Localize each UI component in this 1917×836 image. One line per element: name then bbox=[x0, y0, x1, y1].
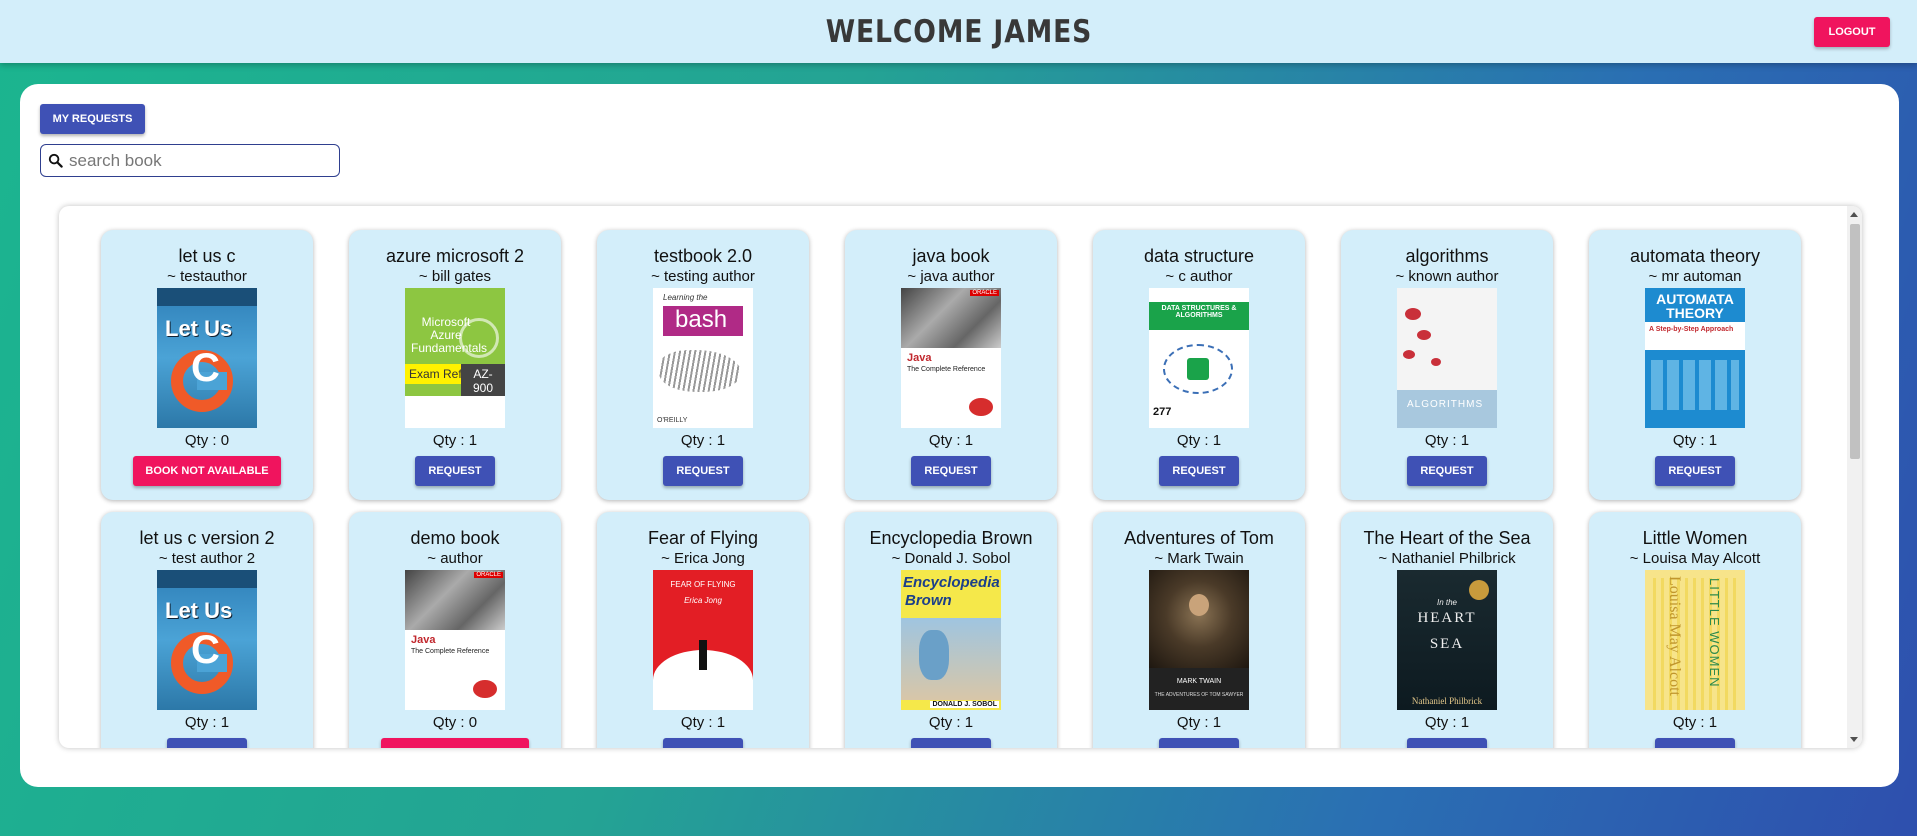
book-cover: ORACLE Java The Complete Reference bbox=[405, 569, 505, 710]
book-card: Adventures of Tom ~ Mark Twain MARK TWAI… bbox=[1093, 512, 1305, 748]
logout-button[interactable]: LOGOUT bbox=[1814, 17, 1890, 47]
book-qty: Qty : 0 bbox=[432, 713, 478, 731]
book-author: ~ mr automan bbox=[1648, 267, 1742, 285]
book-card: Encyclopedia Brown ~ Donald J. Sobol Enc… bbox=[845, 512, 1057, 748]
book-author: ~ Louisa May Alcott bbox=[1629, 549, 1761, 567]
book-qty: Qty : 1 bbox=[1424, 713, 1470, 731]
book-qty: Qty : 1 bbox=[928, 431, 974, 449]
book-card: Fear of Flying ~ Erica Jong FEAR OF FLYI… bbox=[597, 512, 809, 748]
book-qty: Qty : 1 bbox=[928, 713, 974, 731]
book-cover: DATA STRUCTURES & ALGORITHMS 277 bbox=[1149, 287, 1249, 428]
book-not-available-button[interactable]: BOOK NOT AVAILABLE bbox=[133, 455, 281, 486]
book-card: demo book ~ author ORACLE Java The Compl… bbox=[349, 512, 561, 748]
book-author: ~ testing author bbox=[651, 267, 755, 285]
scroll-thumb[interactable] bbox=[1850, 224, 1860, 459]
request-button[interactable]: REQUEST bbox=[1655, 455, 1735, 486]
book-title: Fear of Flying bbox=[647, 527, 759, 548]
request-button[interactable]: REQUEST bbox=[663, 455, 743, 486]
book-title: let us c version 2 bbox=[139, 527, 275, 548]
book-title: Little Women bbox=[1642, 527, 1748, 548]
search-input[interactable] bbox=[69, 150, 329, 171]
book-cover: FEAR OF FLYING Erica Jong bbox=[653, 569, 753, 710]
book-cover: Learning the bash O'REILLY bbox=[653, 287, 753, 428]
request-button[interactable]: REQUEST bbox=[1407, 455, 1487, 486]
grid-scrollbar[interactable] bbox=[1847, 206, 1862, 748]
book-cover: LITTLE WOMEN Louisa May Alcott bbox=[1645, 569, 1745, 710]
book-card: azure microsoft 2 ~ bill gates Microsoft… bbox=[349, 230, 561, 500]
book-card: algorithms ~ known author ALGORITHMS Qty… bbox=[1341, 230, 1553, 500]
book-title: demo book bbox=[410, 527, 500, 548]
book-card: The Heart of the Sea ~ Nathaniel Philbri… bbox=[1341, 512, 1553, 748]
book-author: ~ c author bbox=[1165, 267, 1233, 285]
book-title: testbook 2.0 bbox=[653, 245, 753, 266]
book-qty: Qty : 0 bbox=[184, 431, 230, 449]
welcome-heading: WELCOME JAMES bbox=[825, 13, 1092, 50]
book-card: let us c version 2 ~ test author 2 Let U… bbox=[101, 512, 313, 748]
book-card: java book ~ java author ORACLE Java The … bbox=[845, 230, 1057, 500]
book-cover: AUTOMATA THEORY A Step-by-Step Approach bbox=[1645, 287, 1745, 428]
book-author: ~ Nathaniel Philbrick bbox=[1378, 549, 1516, 567]
request-button[interactable]: REQUEST bbox=[167, 737, 247, 748]
book-cover: ALGORITHMS bbox=[1397, 287, 1497, 428]
book-cover: Encyclopedia Brown DONALD J. SOBOL bbox=[901, 569, 1001, 710]
book-grid[interactable]: let us c ~ testauthor Let Us C Qty : 0 B… bbox=[59, 206, 1862, 748]
book-author: ~ Mark Twain bbox=[1154, 549, 1244, 567]
scroll-up-arrow[interactable] bbox=[1850, 212, 1858, 217]
book-title: Adventures of Tom bbox=[1124, 527, 1274, 548]
book-title: java book bbox=[912, 245, 990, 266]
book-author: ~ author bbox=[427, 549, 483, 567]
book-title: Encyclopedia Brown bbox=[869, 527, 1033, 548]
book-title: automata theory bbox=[1629, 245, 1761, 266]
cover-title: Let Us bbox=[165, 597, 233, 623]
book-card: Little Women ~ Louisa May Alcott LITTLE … bbox=[1589, 512, 1801, 748]
book-title: data structure bbox=[1143, 245, 1255, 266]
book-title: azure microsoft 2 bbox=[385, 245, 525, 266]
my-requests-button[interactable]: MY REQUESTS bbox=[40, 104, 145, 134]
book-card: data structure ~ c author DATA STRUCTURE… bbox=[1093, 230, 1305, 500]
book-author: ~ Erica Jong bbox=[661, 549, 745, 567]
book-author: ~ java author bbox=[907, 267, 995, 285]
search-box[interactable] bbox=[40, 144, 340, 177]
request-button[interactable]: REQUEST bbox=[1655, 737, 1735, 748]
book-qty: Qty : 1 bbox=[1672, 431, 1718, 449]
book-author: ~ known author bbox=[1395, 267, 1499, 285]
book-qty: Qty : 1 bbox=[1424, 431, 1470, 449]
request-button[interactable]: REQUEST bbox=[1407, 737, 1487, 748]
book-author: ~ Donald J. Sobol bbox=[891, 549, 1011, 567]
book-qty: Qty : 1 bbox=[680, 431, 726, 449]
book-card: automata theory ~ mr automan AUTOMATA TH… bbox=[1589, 230, 1801, 500]
book-author: ~ test author 2 bbox=[158, 549, 256, 567]
book-cover: In the HEART SEA Nathaniel Philbrick bbox=[1397, 569, 1497, 710]
request-button[interactable]: REQUEST bbox=[415, 455, 495, 486]
book-cover: Microsoft Azure Fundamentals Exam Ref AZ… bbox=[405, 287, 505, 428]
book-not-available-button[interactable]: BOOK NOT AVAILABLE bbox=[381, 737, 529, 748]
app-header: WELCOME JAMES LOGOUT bbox=[0, 0, 1917, 63]
request-button[interactable]: REQUEST bbox=[663, 737, 743, 748]
book-cover: Let Us C bbox=[157, 287, 257, 428]
book-cover: MARK TWAIN THE ADVENTURES OF TOM SAWYER bbox=[1149, 569, 1249, 710]
main-panel: MY REQUESTS let us c ~ testauthor Let Us… bbox=[20, 84, 1899, 787]
book-author: ~ bill gates bbox=[418, 267, 492, 285]
book-title: algorithms bbox=[1405, 245, 1489, 266]
book-title: let us c bbox=[178, 245, 236, 266]
request-button[interactable]: REQUEST bbox=[911, 455, 991, 486]
book-qty: Qty : 1 bbox=[432, 431, 478, 449]
book-author: ~ testauthor bbox=[167, 267, 247, 285]
request-button[interactable]: REQUEST bbox=[911, 737, 991, 748]
book-qty: Qty : 1 bbox=[184, 713, 230, 731]
book-qty: Qty : 1 bbox=[680, 713, 726, 731]
book-qty: Qty : 1 bbox=[1176, 713, 1222, 731]
book-cover: Let Us C bbox=[157, 569, 257, 710]
search-icon bbox=[48, 153, 63, 168]
book-card: testbook 2.0 ~ testing author Learning t… bbox=[597, 230, 809, 500]
book-qty: Qty : 1 bbox=[1672, 713, 1718, 731]
request-button[interactable]: REQUEST bbox=[1159, 737, 1239, 748]
book-cover: ORACLE Java The Complete Reference bbox=[901, 287, 1001, 428]
request-button[interactable]: REQUEST bbox=[1159, 455, 1239, 486]
scroll-down-arrow[interactable] bbox=[1850, 737, 1858, 742]
cover-title: Let Us bbox=[165, 315, 233, 341]
book-qty: Qty : 1 bbox=[1176, 431, 1222, 449]
book-card: let us c ~ testauthor Let Us C Qty : 0 B… bbox=[101, 230, 313, 500]
book-title: The Heart of the Sea bbox=[1363, 527, 1531, 548]
